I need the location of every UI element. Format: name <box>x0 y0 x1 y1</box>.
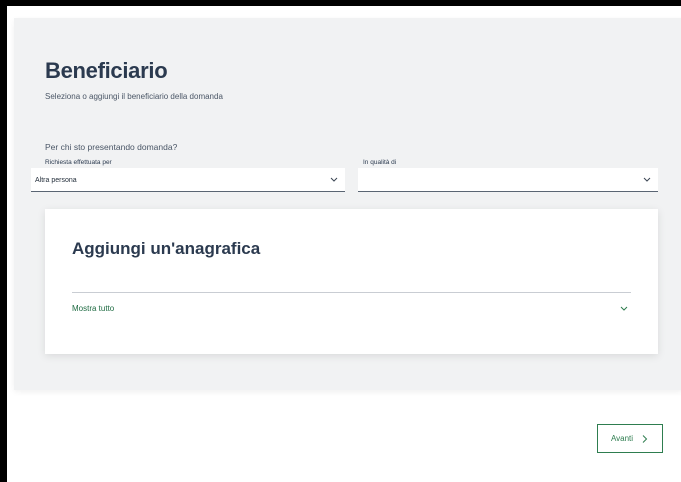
capacity-select[interactable] <box>358 168 658 192</box>
chevron-down-icon <box>330 177 338 182</box>
add-registry-card: Aggiungi un'anagrafica Mostra tutto <box>45 209 658 354</box>
card-divider <box>72 292 631 293</box>
chevron-right-icon <box>642 434 648 443</box>
request-select-value: Altra persona <box>35 177 77 184</box>
next-button-label: Avanti <box>610 434 634 443</box>
chevron-down-icon[interactable] <box>619 302 629 314</box>
request-select[interactable]: Altra persona <box>31 168 345 192</box>
capacity-field-label: In qualità di <box>363 159 397 166</box>
card-title: Aggiungi un'anagrafica <box>72 239 261 258</box>
next-button[interactable]: Avanti <box>597 424 663 453</box>
show-all-link[interactable]: Mostra tutto <box>72 304 114 313</box>
form-question: Per chi sto presentando domanda? <box>45 142 178 152</box>
request-field-label: Richiesta effettuata per <box>45 159 112 166</box>
chevron-down-icon <box>643 177 651 182</box>
page-subtitle: Seleziona o aggiungi il beneficiario del… <box>45 92 223 101</box>
page-title: Beneficiario <box>45 58 168 83</box>
app-frame: Beneficiario Seleziona o aggiungi il ben… <box>0 0 681 482</box>
